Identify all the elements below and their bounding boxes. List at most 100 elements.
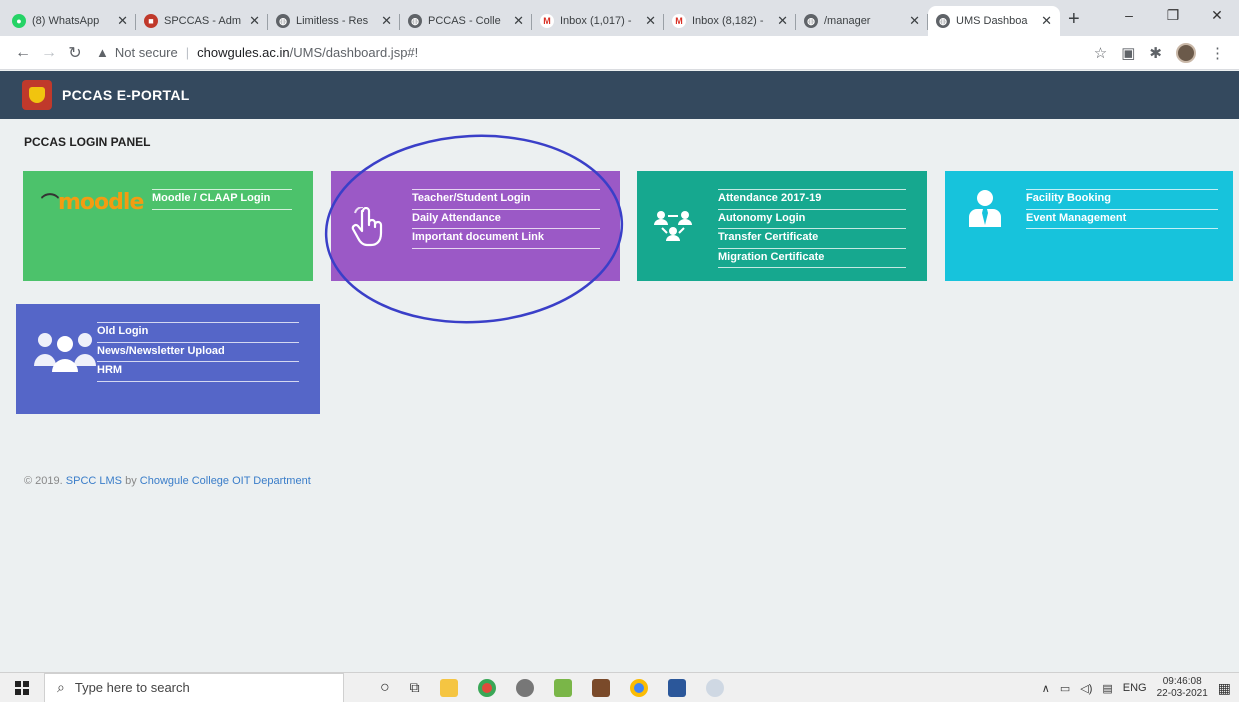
clock[interactable]: 09:46:08 22-03-2021 bbox=[1157, 676, 1208, 700]
tab-title: Inbox (1,017) - bbox=[560, 15, 632, 27]
tile-divider bbox=[1026, 228, 1218, 229]
tile-link[interactable]: Transfer Certificate bbox=[718, 231, 818, 243]
tile-divider bbox=[97, 361, 299, 362]
browser-tab[interactable]: M Inbox (1,017) - ✕ bbox=[532, 6, 664, 36]
network-icon[interactable]: ▤ bbox=[1102, 682, 1112, 695]
browser-tab[interactable]: ■ SPCCAS - Adm ✕ bbox=[136, 6, 268, 36]
browser-tab[interactable]: ◍ Limitless - Res ✕ bbox=[268, 6, 400, 36]
browser-tab[interactable]: ◍ PCCAS - Colle ✕ bbox=[400, 6, 532, 36]
new-tab-button[interactable]: + bbox=[1068, 8, 1080, 31]
url-host: chowgules.ac.in bbox=[197, 45, 290, 60]
tile-divider bbox=[152, 208, 292, 210]
notes-icon[interactable] bbox=[553, 678, 572, 697]
browser-tab[interactable]: ● (8) WhatsApp ✕ bbox=[4, 6, 136, 36]
app-icon[interactable] bbox=[515, 678, 534, 697]
browser-tabstrip: ● (8) WhatsApp ✕ ■ SPCCAS - Adm ✕ ◍ Limitless -… bbox=[0, 0, 1239, 36]
paint-icon[interactable] bbox=[705, 678, 724, 697]
footer-by: by bbox=[125, 475, 137, 487]
taskbar-search[interactable]: ⌕ Type here to search bbox=[44, 672, 344, 702]
browser-tab[interactable]: ◍ /manager ✕ bbox=[796, 6, 928, 36]
chrome-icon[interactable] bbox=[477, 678, 496, 697]
tab-close-icon[interactable]: ✕ bbox=[777, 13, 788, 29]
toolbar-icons: ☆ ▣ ✱ ⋮ bbox=[1094, 42, 1225, 63]
tile-link[interactable]: Moodle / CLAAP Login bbox=[152, 192, 270, 204]
notification-icon[interactable]: ▦ bbox=[1218, 680, 1231, 697]
brand-title[interactable]: PCCAS E-PORTAL bbox=[62, 87, 190, 103]
tile-link[interactable]: News/Newsletter Upload bbox=[97, 345, 225, 357]
tab-favicon-icon: ◍ bbox=[936, 14, 950, 28]
search-placeholder: Type here to search bbox=[74, 680, 190, 695]
star-icon[interactable]: ☆ bbox=[1094, 44, 1107, 62]
close-window-icon[interactable]: ✕ bbox=[1195, 0, 1239, 30]
file-explorer-icon[interactable] bbox=[439, 678, 458, 697]
tab-favicon-icon: ◍ bbox=[276, 14, 290, 28]
tab-close-icon[interactable]: ✕ bbox=[381, 13, 392, 29]
security-label: Not secure bbox=[114, 45, 178, 60]
tab-close-icon[interactable]: ✕ bbox=[645, 13, 656, 29]
cortana-icon[interactable]: ○ bbox=[380, 679, 390, 697]
back-icon[interactable]: ← bbox=[10, 44, 36, 62]
tile-link[interactable]: Autonomy Login bbox=[718, 212, 805, 224]
tile-facility: Facility Booking Event Management bbox=[945, 171, 1233, 281]
windows-start-icon[interactable] bbox=[0, 680, 44, 695]
tab-title: /manager bbox=[824, 15, 871, 27]
photo-app-icon[interactable] bbox=[591, 678, 610, 697]
tab-close-icon[interactable]: ✕ bbox=[909, 13, 920, 29]
tab-title: Limitless - Res bbox=[296, 15, 369, 27]
tile-divider bbox=[97, 380, 299, 382]
moodle-logo: ⌒moodle bbox=[41, 190, 144, 215]
tile-link[interactable]: Migration Certificate bbox=[718, 251, 824, 263]
tile-divider bbox=[718, 247, 906, 249]
tile-link[interactable]: HRM bbox=[97, 364, 122, 376]
tile-divider bbox=[97, 341, 299, 343]
tab-close-icon[interactable]: ✕ bbox=[513, 13, 524, 29]
minimize-icon[interactable]: – bbox=[1107, 0, 1151, 30]
chrome-alt-icon[interactable] bbox=[629, 678, 648, 697]
tile-divider bbox=[718, 189, 906, 190]
extension-icon[interactable]: ▣ bbox=[1121, 44, 1135, 62]
tile-divider bbox=[718, 228, 906, 229]
tile-link[interactable]: Attendance 2017-19 bbox=[718, 192, 821, 204]
user-tie-icon bbox=[969, 190, 1001, 227]
task-view-icon[interactable]: ⧉ bbox=[410, 679, 420, 696]
language-indicator[interactable]: ENG bbox=[1123, 682, 1147, 694]
profile-avatar[interactable] bbox=[1176, 42, 1196, 63]
puzzle-icon[interactable]: ✱ bbox=[1149, 44, 1162, 62]
tile-link[interactable]: Old Login bbox=[97, 325, 148, 337]
tab-list: ● (8) WhatsApp ✕ ■ SPCCAS - Adm ✕ ◍ Limitless -… bbox=[4, 0, 1060, 36]
tab-favicon-icon: ◍ bbox=[408, 14, 422, 28]
forward-icon[interactable]: → bbox=[36, 44, 62, 62]
annotation-ellipse bbox=[324, 134, 624, 324]
tab-favicon-icon: ◍ bbox=[804, 14, 818, 28]
footer-lms-link[interactable]: SPCC LMS bbox=[66, 475, 122, 487]
reload-icon[interactable]: ↻ bbox=[62, 43, 88, 63]
footer-copyright: © 2019. bbox=[24, 475, 63, 487]
tile-moodle: ⌒moodle Moodle / CLAAP Login bbox=[23, 171, 313, 281]
browser-tab[interactable]: M Inbox (8,182) - ✕ bbox=[664, 6, 796, 36]
tab-close-icon[interactable]: ✕ bbox=[249, 13, 260, 29]
tab-favicon-icon: ■ bbox=[144, 14, 158, 28]
tab-close-icon[interactable]: ✕ bbox=[1041, 13, 1052, 29]
users-network-icon bbox=[654, 211, 692, 241]
volume-icon[interactable]: ◁) bbox=[1080, 682, 1092, 695]
tab-favicon-icon: M bbox=[672, 14, 686, 28]
word-icon[interactable] bbox=[667, 678, 686, 697]
warning-icon[interactable]: ▲ bbox=[96, 45, 109, 60]
footer-dept-link[interactable]: Chowgule College OIT Department bbox=[140, 475, 311, 487]
tab-favicon-icon: ● bbox=[12, 14, 26, 28]
windows-taskbar: ⌕ Type here to search ○ ⧉ ∧ ▭ ◁) ▤ ENG 0… bbox=[0, 672, 1239, 702]
chevron-up-icon[interactable]: ∧ bbox=[1042, 682, 1050, 695]
tile-link[interactable]: Event Management bbox=[1026, 212, 1126, 224]
tab-close-icon[interactable]: ✕ bbox=[117, 13, 128, 29]
menu-icon[interactable]: ⋮ bbox=[1210, 44, 1225, 62]
tile-divider bbox=[152, 189, 292, 190]
url-field[interactable]: ▲ Not secure | chowgules.ac.in/UMS/dashb… bbox=[96, 40, 1094, 66]
tile-link[interactable]: Facility Booking bbox=[1026, 192, 1111, 204]
battery-icon[interactable]: ▭ bbox=[1060, 682, 1070, 695]
restore-icon[interactable]: ❐ bbox=[1151, 0, 1195, 30]
browser-tab[interactable]: ◍ UMS Dashboa ✕ bbox=[928, 6, 1060, 36]
tab-title: Inbox (8,182) - bbox=[692, 15, 764, 27]
tile-divider bbox=[718, 267, 906, 268]
tile-divider bbox=[718, 208, 906, 210]
address-bar-row: ← → ↻ ▲ Not secure | chowgules.ac.in/UMS… bbox=[0, 36, 1239, 70]
